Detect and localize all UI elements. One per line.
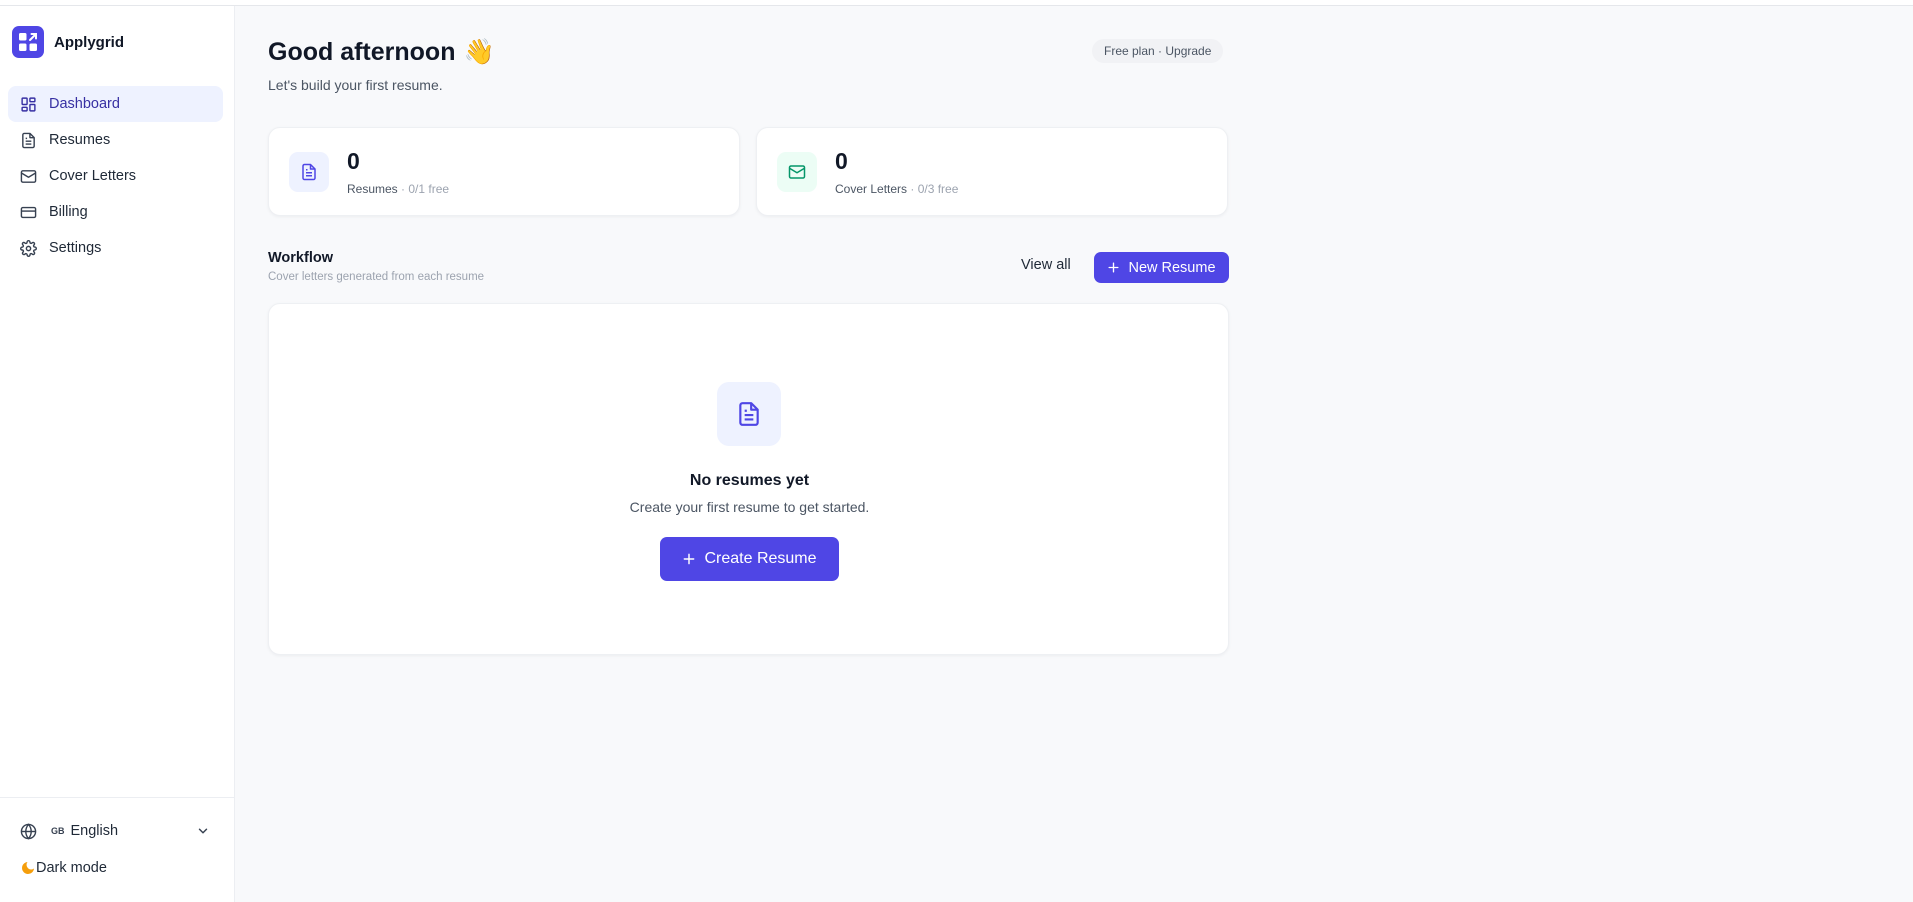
dark-mode-label: Dark mode	[36, 860, 107, 876]
sidebar-item-cover-letters[interactable]: Cover Letters	[8, 158, 223, 194]
plan-badge[interactable]: Free plan · Upgrade	[1092, 39, 1224, 63]
page-title: Good afternoon 👋	[268, 38, 495, 67]
cover-letters-stat-card: 0 Cover Letters · 0/3 free	[756, 127, 1228, 216]
document-icon	[289, 152, 329, 192]
document-icon	[22, 132, 35, 148]
cover-letters-count: 0	[835, 148, 848, 174]
sidebar-item-settings[interactable]: Settings	[8, 230, 223, 266]
sidebar-item-resumes[interactable]: Resumes	[8, 122, 223, 158]
main-content: Good afternoon 👋 Let's build your first …	[235, 6, 1913, 902]
create-resume-label: Create Resume	[704, 550, 817, 567]
dark-mode-toggle[interactable]: Dark mode	[20, 860, 107, 876]
stat-label-text: Cover Letters	[835, 182, 908, 196]
brand-logo-icon	[12, 26, 44, 58]
stat-quota: · 0/3 free	[907, 182, 959, 196]
resumes-count: 0	[347, 148, 360, 174]
sidebar-nav: Dashboard Resumes Cover Letters Billing	[8, 86, 223, 266]
mail-icon	[777, 152, 817, 192]
sidebar-item-billing[interactable]: Billing	[8, 194, 223, 230]
create-resume-button[interactable]: Create Resume	[660, 537, 839, 581]
resumes-stat-label: Resumes · 0/1 free	[347, 182, 449, 196]
greeting-text: Good afternoon	[268, 38, 456, 66]
gear-icon	[20, 239, 37, 257]
brand[interactable]: Applygrid	[12, 26, 124, 58]
waving-hand-icon: 👋	[463, 38, 495, 66]
workflow-subtitle: Cover letters generated from each resume	[268, 271, 485, 283]
language-label: English	[70, 823, 119, 839]
mail-icon	[20, 169, 37, 183]
dashboard-grid-icon	[21, 96, 36, 112]
moon-icon	[22, 862, 34, 874]
brand-name: Applygrid	[54, 33, 124, 51]
empty-state-subtitle: Create your first resume to get started.	[629, 499, 870, 515]
cover-letters-stat-label: Cover Letters · 0/3 free	[835, 182, 958, 196]
document-icon	[717, 382, 781, 446]
sidebar-item-label: Billing	[49, 204, 88, 220]
sidebar-item-dashboard[interactable]: Dashboard	[8, 86, 223, 122]
stat-label-text: Resumes	[347, 182, 398, 196]
new-resume-button[interactable]: New Resume	[1094, 252, 1229, 283]
page-subtitle: Let's build your first resume.	[268, 77, 443, 93]
globe-icon	[20, 822, 37, 840]
sidebar-item-label: Cover Letters	[49, 168, 137, 184]
workflow-title: Workflow	[268, 250, 333, 266]
empty-state-title: No resumes yet	[689, 472, 810, 489]
view-all-link[interactable]: View all	[1021, 257, 1071, 273]
language-select[interactable]: GB English	[20, 820, 210, 842]
credit-card-icon	[20, 206, 37, 218]
new-resume-label: New Resume	[1128, 259, 1216, 276]
stat-quota: · 0/1 free	[397, 182, 450, 196]
sidebar: Applygrid Dashboard Resumes Cover Letter…	[0, 6, 235, 902]
sidebar-item-label: Resumes	[49, 132, 111, 148]
sidebar-footer: GB English Dark mode	[0, 797, 235, 902]
resumes-stat-card: 0 Resumes · 0/1 free	[268, 127, 740, 216]
plus-icon	[1108, 262, 1119, 273]
flag-label: GB	[51, 826, 65, 836]
plus-icon	[684, 553, 695, 565]
chevron-down-icon	[198, 828, 208, 834]
sidebar-item-label: Dashboard	[49, 96, 120, 112]
empty-state-card: No resumes yet Create your first resume …	[268, 303, 1229, 655]
sidebar-item-label: Settings	[49, 240, 102, 256]
